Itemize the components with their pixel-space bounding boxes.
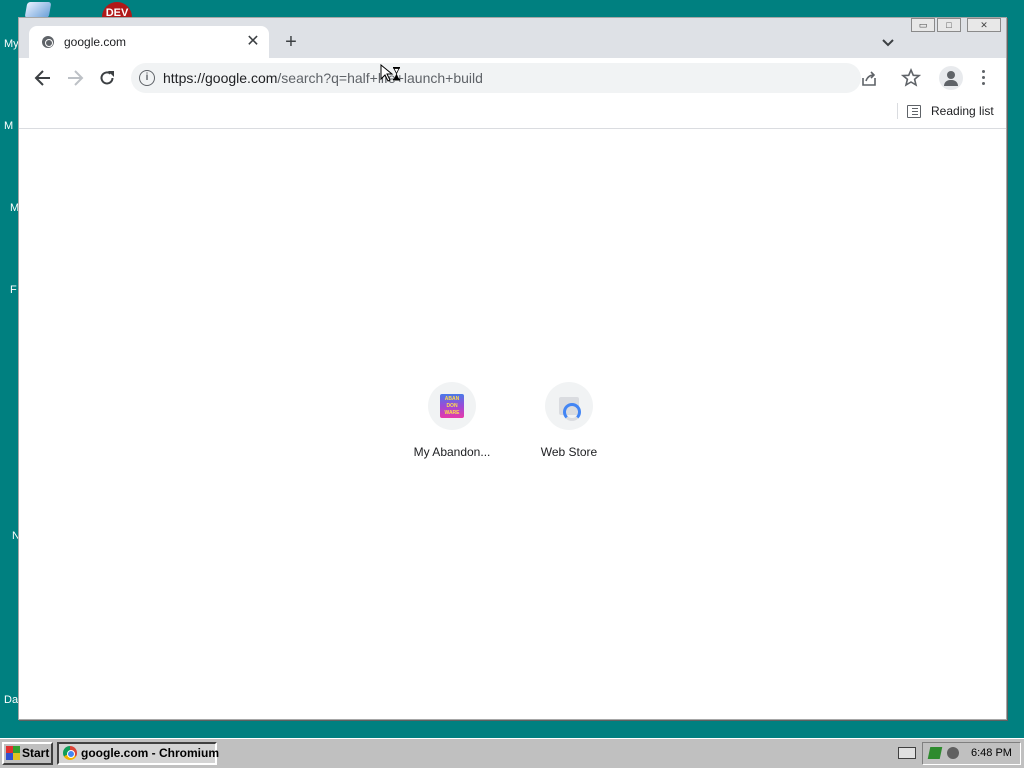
start-button[interactable]: Start [2,742,53,765]
more-vert-icon[interactable] [975,68,991,88]
maximize-button[interactable]: □ [937,18,961,32]
new-tab-button[interactable]: + [279,31,303,55]
tab-google[interactable]: google.com ✕ [29,26,269,58]
reload-button[interactable] [93,66,121,90]
system-tray: 6:48 PM [922,742,1021,765]
chromium-icon [63,746,77,760]
shortcut-icon-circle: ABAN DON WARE [428,382,476,430]
shortcut-tile[interactable]: ABAN DON WARE My Abandon... [396,376,508,466]
forward-button[interactable] [61,66,89,90]
desktop-icon-label[interactable]: M [4,120,13,132]
shortcut-icon-circle [545,382,593,430]
taskbar-item-chromium[interactable]: google.com - Chromium [57,742,219,765]
desktop-icon-label[interactable]: My [4,38,19,50]
taskbar-item-label: google.com - Chromium [81,746,219,760]
desktop-icon-label[interactable]: Da [4,694,18,706]
busy-cursor-icon [380,64,400,82]
desktop-icon-label[interactable]: F [10,284,17,296]
abandonware-icon: ABAN DON WARE [440,394,464,418]
bookmarks-bar: Reading list [19,98,1006,129]
desktop-top-icon[interactable] [24,2,52,18]
globe-icon [42,36,54,48]
bookmark-star-button[interactable] [900,67,922,88]
site-info-icon[interactable]: i [139,70,155,86]
minimize-button[interactable]: ▭ [911,18,935,32]
taskbar: Start google.com - Chromium 6:48 PM [0,738,1024,768]
reload-icon [100,71,114,85]
clock[interactable]: 6:48 PM [971,747,1012,759]
shortcut-label: My Abandon... [413,445,491,459]
address-bar[interactable]: i https://google.com/search?q=half+life+… [131,63,876,93]
arrow-right-icon [68,70,84,86]
shortcut-label: Web Store [540,445,598,459]
share-button[interactable] [859,69,879,89]
tab-strip: google.com ✕ + ▭ □ ✕ [19,18,1006,58]
start-label: Start [22,746,50,760]
shortcut-tile[interactable]: Web Store [513,376,625,466]
reading-list-label: Reading list [931,104,994,118]
bookmarks-separator [897,103,898,119]
reading-list-icon [907,105,921,118]
url-host: https://google.com [163,70,278,86]
close-window-button[interactable]: ✕ [967,18,1001,32]
chevron-down-icon [882,39,894,47]
windows-logo-icon [6,746,20,760]
star-icon [900,67,922,87]
tab-search-button[interactable] [877,33,899,53]
network-icon[interactable] [927,747,943,759]
web-store-icon [559,397,581,421]
close-tab-icon[interactable]: ✕ [243,32,263,52]
back-button[interactable] [29,66,57,90]
browser-window: google.com ✕ + ▭ □ ✕ i https://google.co… [18,17,1007,720]
url-text[interactable]: https://google.com/search?q=half+life+la… [163,70,483,86]
arrow-left-icon [34,70,50,86]
toolbar: i https://google.com/search?q=half+life+… [19,58,1006,98]
new-tab-page: ABAN DON WARE My Abandon... Web Store [19,129,1006,719]
profile-icon[interactable] [939,66,963,90]
tab-title: google.com [64,35,127,49]
keyboard-icon[interactable] [898,747,916,759]
volume-icon[interactable] [947,747,959,759]
share-icon [862,71,876,86]
